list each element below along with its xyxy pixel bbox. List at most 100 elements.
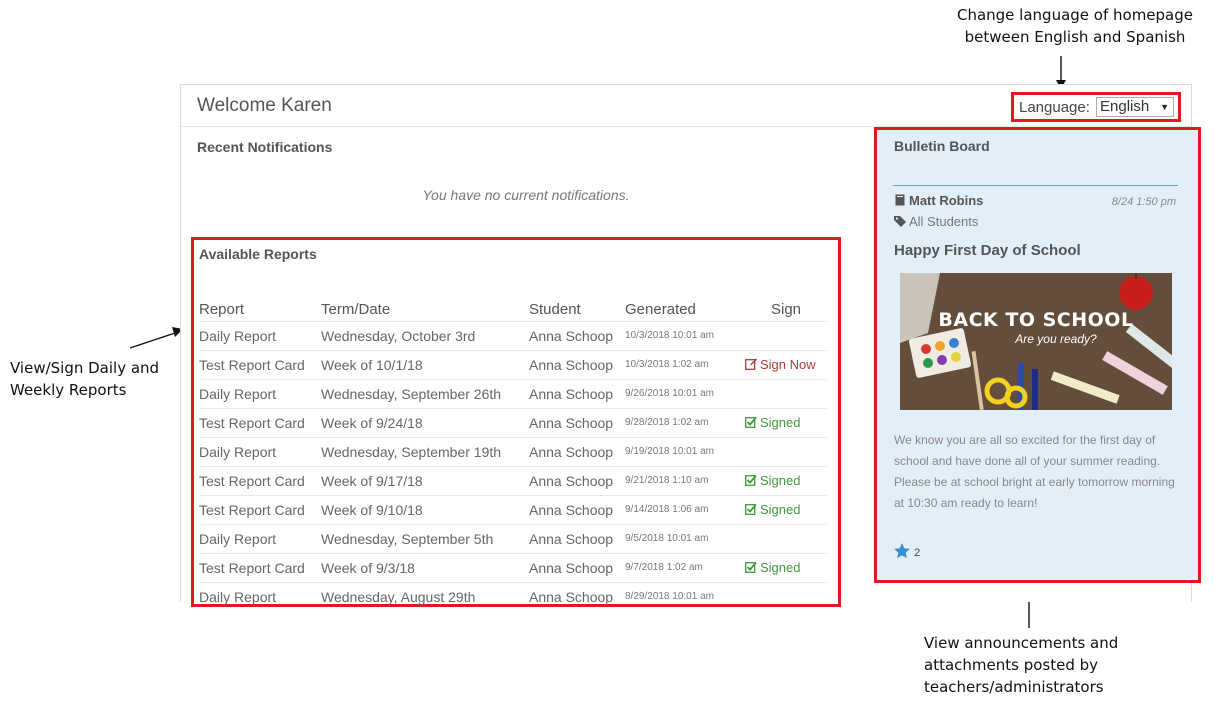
report-student: Anna Schoop bbox=[529, 552, 625, 582]
report-generated: 9/14/2018 1:06 am bbox=[625, 494, 745, 524]
language-label: Language: bbox=[1019, 99, 1090, 116]
bulletin-board-title: Bulletin Board bbox=[894, 138, 990, 154]
post-audience-text: All Students bbox=[909, 214, 979, 229]
report-student: Anna Schoop bbox=[529, 494, 625, 524]
report-name[interactable]: Daily Report bbox=[199, 378, 321, 408]
column-header-generated: Generated bbox=[625, 300, 696, 318]
signed-label: Signed bbox=[760, 473, 801, 488]
report-term: Wednesday, September 5th bbox=[321, 523, 529, 553]
report-row[interactable]: Daily Report Wednesday, September 19th Ann… bbox=[199, 436, 827, 466]
report-generated: 9/19/2018 10:01 am bbox=[625, 436, 745, 466]
report-generated: 9/21/2018 1:10 am bbox=[625, 465, 745, 495]
post-audience: All Students bbox=[894, 214, 978, 229]
report-row[interactable]: Test Report Card Week of 9/17/18 Anna Scho… bbox=[199, 465, 827, 495]
likes-count: 2 bbox=[914, 547, 921, 559]
available-reports-section: Available Reports Report Term/Date Stude… bbox=[191, 237, 841, 611]
report-name[interactable]: Daily Report bbox=[199, 523, 321, 553]
report-row[interactable]: Test Report Card Week of 10/1/18 Anna Scho… bbox=[199, 349, 827, 379]
column-header-student: Student bbox=[529, 300, 581, 318]
report-generated: 8/29/2018 10:01 am bbox=[625, 581, 745, 611]
check-icon bbox=[745, 503, 757, 515]
report-row[interactable]: Daily Report Wednesday, August 29th Anna S… bbox=[199, 581, 827, 611]
signed-label: Signed bbox=[760, 560, 801, 575]
star-icon[interactable] bbox=[893, 542, 911, 560]
post-title[interactable]: Happy First Day of School bbox=[894, 242, 1081, 259]
language-highlight: Language: English ▼ bbox=[1011, 92, 1181, 122]
callout-bulletin: View announcements and attachments poste… bbox=[924, 634, 1119, 696]
sign-now-link[interactable]: Sign Now bbox=[745, 357, 816, 372]
report-sign-cell bbox=[745, 581, 827, 611]
reports-header-row: Report Term/Date Student Generated Sign bbox=[199, 294, 827, 321]
report-name[interactable]: Daily Report bbox=[199, 320, 321, 350]
bulletin-divider bbox=[893, 185, 1178, 186]
report-sign-cell: Signed bbox=[745, 407, 827, 437]
home-panel: Welcome Karen Language: English ▼ Recent… bbox=[180, 84, 1201, 611]
report-generated: 9/26/2018 10:01 am bbox=[625, 378, 745, 408]
report-name[interactable]: Daily Report bbox=[199, 581, 321, 611]
report-row[interactable]: Test Report Card Week of 9/24/18 Anna Scho… bbox=[199, 407, 827, 437]
report-term: Week of 9/24/18 bbox=[321, 407, 529, 437]
report-sign-cell bbox=[745, 436, 827, 466]
welcome-title: Welcome Karen bbox=[197, 95, 332, 116]
signed-status: Signed bbox=[745, 473, 800, 488]
post-author: Matt Robins bbox=[894, 193, 983, 208]
language-select[interactable]: English ▼ bbox=[1096, 97, 1174, 117]
tag-icon bbox=[894, 216, 906, 227]
report-term: Week of 9/3/18 bbox=[321, 552, 529, 582]
report-generated: 10/3/2018 10:01 am bbox=[625, 320, 745, 350]
report-sign-cell: Sign Now bbox=[745, 349, 827, 379]
image-subheading: Are you ready? bbox=[1015, 332, 1097, 346]
report-generated: 9/7/2018 1:02 am bbox=[625, 552, 745, 582]
report-term: Week of 9/17/18 bbox=[321, 465, 529, 495]
check-icon bbox=[745, 416, 757, 428]
check-icon bbox=[745, 561, 757, 573]
report-name[interactable]: Test Report Card bbox=[199, 494, 321, 524]
available-reports-title: Available Reports bbox=[199, 246, 317, 262]
column-header-sign: Sign bbox=[770, 300, 802, 318]
post-attachment-image[interactable]: BACK TO SCHOOL Are you ready? bbox=[900, 273, 1172, 410]
report-term: Wednesday, October 3rd bbox=[321, 320, 529, 350]
report-term: Wednesday, September 19th bbox=[321, 436, 529, 466]
sign-now-label: Sign Now bbox=[760, 357, 816, 372]
bulletin-board: Bulletin Board Matt Robins 8/24 1:50 pm … bbox=[874, 127, 1201, 583]
reports-table: Report Term/Date Student Generated Sign … bbox=[199, 294, 827, 611]
edit-icon bbox=[745, 358, 757, 370]
report-name[interactable]: Test Report Card bbox=[199, 407, 321, 437]
report-sign-cell: Signed bbox=[745, 494, 827, 524]
report-generated: 9/5/2018 10:01 am bbox=[625, 523, 745, 553]
report-row[interactable]: Test Report Card Week of 9/3/18 Anna Schoo… bbox=[199, 552, 827, 582]
report-student: Anna Schoop bbox=[529, 349, 625, 379]
report-student: Anna Schoop bbox=[529, 465, 625, 495]
no-notifications-text: You have no current notifications. bbox=[422, 187, 630, 203]
report-student: Anna Schoop bbox=[529, 407, 625, 437]
arrow-right-reports bbox=[129, 327, 183, 349]
signed-status: Signed bbox=[745, 560, 800, 575]
report-generated: 10/3/2018 1:02 am bbox=[625, 349, 745, 379]
report-name[interactable]: Daily Report bbox=[199, 436, 321, 466]
report-name[interactable]: Test Report Card bbox=[199, 349, 321, 379]
report-row[interactable]: Test Report Card Week of 9/10/18 Anna Scho… bbox=[199, 494, 827, 524]
callout-language: Change language of homepage between Engl… bbox=[956, 6, 1193, 46]
post-likes[interactable]: 2 bbox=[893, 542, 920, 560]
column-header-term: Term/Date bbox=[321, 300, 391, 318]
report-row[interactable]: Daily Report Wednesday, September 5th Anna… bbox=[199, 523, 827, 553]
report-name[interactable]: Test Report Card bbox=[199, 465, 321, 495]
post-date: 8/24 1:50 pm bbox=[1111, 196, 1176, 208]
column-header-report: Report bbox=[199, 300, 245, 318]
report-name[interactable]: Test Report Card bbox=[199, 552, 321, 582]
book-icon bbox=[895, 194, 905, 206]
report-row[interactable]: Daily Report Wednesday, October 3rd Anna S… bbox=[199, 320, 827, 350]
report-student: Anna Schoop bbox=[529, 523, 625, 553]
report-generated: 9/28/2018 1:02 am bbox=[625, 407, 745, 437]
signed-status: Signed bbox=[745, 502, 800, 517]
report-sign-cell bbox=[745, 523, 827, 553]
post-author-name[interactable]: Matt Robins bbox=[909, 193, 983, 208]
report-row[interactable]: Daily Report Wednesday, September 26th Ann… bbox=[199, 378, 827, 408]
report-term: Wednesday, September 26th bbox=[321, 378, 529, 408]
report-term: Week of 9/10/18 bbox=[321, 494, 529, 524]
report-sign-cell: Signed bbox=[745, 552, 827, 582]
report-student: Anna Schoop bbox=[529, 436, 625, 466]
report-sign-cell bbox=[745, 378, 827, 408]
check-icon bbox=[745, 474, 757, 486]
chevron-down-icon: ▼ bbox=[1160, 102, 1169, 112]
